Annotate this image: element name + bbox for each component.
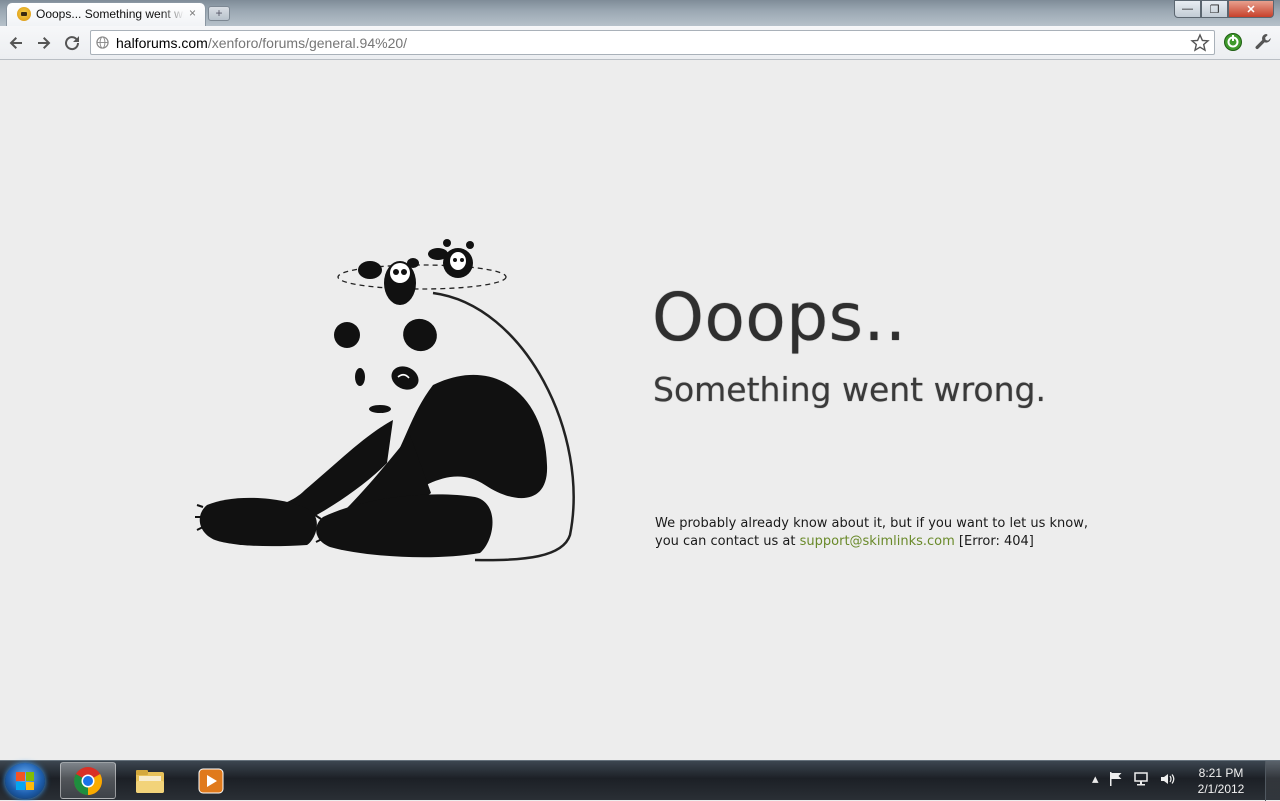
bookmark-star-icon[interactable] <box>1190 33 1210 53</box>
error-message: We probably already know about it, but i… <box>655 515 1115 551</box>
error-heading: Ooops.. <box>652 279 907 356</box>
tab-title: Ooops... Something went wrong. <box>36 7 184 21</box>
taskbar-explorer[interactable] <box>122 762 178 799</box>
show-desktop-button[interactable] <box>1265 761 1280 801</box>
mini-panda-left-icon <box>358 258 419 305</box>
explorer-folder-icon <box>136 769 164 793</box>
reload-button[interactable] <box>61 32 83 54</box>
volume-icon[interactable] <box>1159 771 1175 787</box>
action-center-flag-icon[interactable] <box>1109 771 1123 787</box>
forward-button[interactable] <box>33 32 55 54</box>
error-code: [Error: 404] <box>954 534 1034 549</box>
error-page: Ooops.. Something went wrong. We probabl… <box>0 60 1280 760</box>
extension-icon[interactable] <box>1223 32 1243 52</box>
taskbar-chrome[interactable] <box>60 762 116 799</box>
browser-titlebar: Ooops... Something went wrong. × + — ❐ ✕ <box>0 0 1280 26</box>
url-text[interactable]: halforums.com/xenforo/forums/general.94%… <box>116 35 407 51</box>
support-email-link[interactable]: support@skimlinks.com <box>800 534 955 549</box>
url-path: /xenforo/forums/general.94%20/ <box>207 35 408 51</box>
browser-tab[interactable]: Ooops... Something went wrong. × <box>6 2 206 26</box>
windows-taskbar: ▴ 8:21 PM 2/1/2012 <box>0 760 1280 801</box>
network-icon[interactable] <box>1133 771 1149 787</box>
windows-start-icon <box>16 772 34 790</box>
back-arrow-icon <box>9 37 22 49</box>
message-line-2-prefix: you can contact us at <box>655 534 800 549</box>
new-tab-button[interactable]: + <box>208 6 230 21</box>
window-controls: — ❐ ✕ <box>1174 0 1274 19</box>
wrench-icon[interactable] <box>1253 32 1273 52</box>
tab-close-icon[interactable]: × <box>189 6 196 20</box>
browser-toolbar: halforums.com/xenforo/forums/general.94%… <box>0 26 1280 60</box>
system-tray: ▴ <box>1092 771 1175 787</box>
url-domain: halforums.com <box>116 35 208 51</box>
close-window-button[interactable]: ✕ <box>1228 0 1274 18</box>
skimlinks-favicon-icon <box>17 7 31 21</box>
globe-icon <box>96 36 109 49</box>
minimize-button[interactable]: — <box>1174 0 1201 18</box>
mini-panda-right-icon <box>428 239 474 278</box>
clock-date: 2/1/2012 <box>1197 782 1245 796</box>
sitting-panda-icon <box>195 239 575 562</box>
reload-icon <box>65 36 80 51</box>
show-hidden-icons[interactable]: ▴ <box>1092 771 1099 787</box>
chrome-icon <box>74 766 102 795</box>
clock-time: 8:21 PM <box>1198 766 1244 780</box>
address-bar[interactable]: halforums.com/xenforo/forums/general.94%… <box>90 30 1215 55</box>
message-line-1: We probably already know about it, but i… <box>655 516 1088 531</box>
forward-arrow-icon <box>38 37 51 49</box>
back-button[interactable] <box>5 32 27 54</box>
start-button[interactable] <box>5 763 45 799</box>
taskbar-clock[interactable]: 8:21 PM 2/1/2012 <box>1190 765 1252 797</box>
maximize-button[interactable]: ❐ <box>1201 0 1228 18</box>
error-subheading: Something went wrong. <box>653 370 1046 409</box>
media-player-icon <box>198 768 224 793</box>
taskbar-media-player[interactable] <box>183 762 239 799</box>
